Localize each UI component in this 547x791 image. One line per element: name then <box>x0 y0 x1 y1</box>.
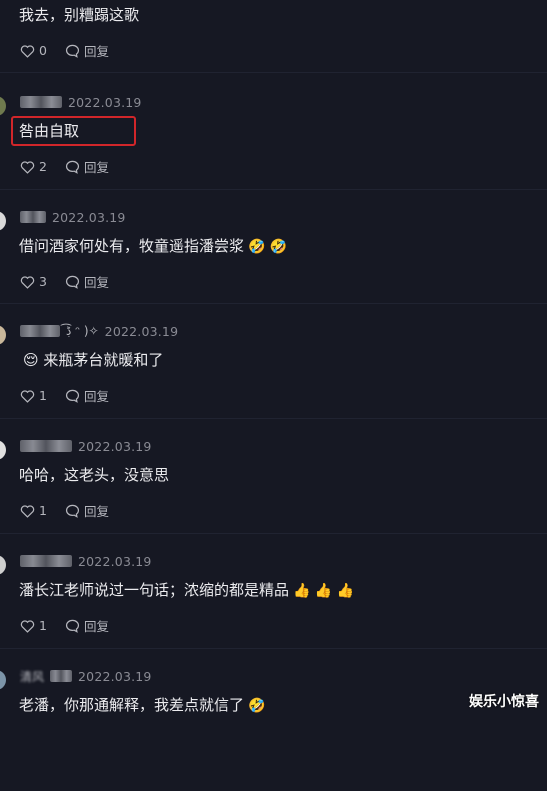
like-button[interactable]: 1 <box>20 388 47 403</box>
like-button[interactable]: 1 <box>20 618 47 633</box>
comment-item: 2022.03.19 潘长江老师说过一句话；浓缩的都是精品 👍 👍 👍 1 回复 <box>0 533 547 676</box>
reply-button[interactable]: 回复 <box>65 272 109 291</box>
like-button[interactable]: 1 <box>20 503 47 518</box>
comment-text: 我去，别糟蹋这歌 <box>19 6 140 24</box>
comment-meta: 2022.03.19 <box>20 553 152 569</box>
comment-item: 清风 2022.03.19 老潘，你那通解释，我差点就信了 🤣 <box>0 648 547 791</box>
comment-bubble-icon <box>65 160 80 174</box>
username-blurred[interactable] <box>20 325 60 337</box>
reply-label: 回复 <box>83 504 109 519</box>
reply-label: 回复 <box>83 275 109 290</box>
heart-icon <box>20 275 35 289</box>
username-blurred[interactable] <box>20 555 72 567</box>
like-count: 1 <box>39 388 47 403</box>
comment-actions: 2 回复 <box>20 157 127 176</box>
username-suffix: ڋ͡ ᵔ )✧ <box>66 324 99 338</box>
divider <box>0 72 547 73</box>
laugh-emoji: 🤣 <box>248 698 266 714</box>
reply-button[interactable]: 回复 <box>65 501 109 520</box>
comment-date: 2022.03.19 <box>78 553 152 569</box>
reply-button[interactable]: 回复 <box>65 386 109 405</box>
comment-date: 2022.03.19 <box>68 94 142 110</box>
heart-icon <box>20 389 35 403</box>
comment-bubble-icon <box>65 504 80 518</box>
username-blurred[interactable] <box>20 211 46 223</box>
watermark: 娱乐小惊喜 <box>469 694 539 710</box>
reply-button[interactable]: 回复 <box>65 616 109 635</box>
like-button[interactable]: 0 <box>20 43 47 58</box>
comment-text: 😌 来瓶茅台就暖和了 <box>23 351 164 369</box>
reply-label: 回复 <box>83 44 109 59</box>
comment-date: 2022.03.19 <box>52 209 126 225</box>
comment-actions: 1 回复 <box>20 386 127 405</box>
like-count: 0 <box>39 43 47 58</box>
comment-meta: 2022.03.19 <box>20 438 152 454</box>
comment-text: 哈哈，这老头，没意思 <box>19 466 170 484</box>
reply-label: 回复 <box>83 160 109 175</box>
divider <box>0 648 547 649</box>
divider <box>0 533 547 534</box>
comment-bubble-icon <box>65 275 80 289</box>
reply-label: 回复 <box>83 619 109 634</box>
comment-meta: 清风 2022.03.19 <box>20 668 152 684</box>
like-count: 3 <box>39 274 47 289</box>
divider <box>0 418 547 419</box>
like-count: 2 <box>39 159 47 174</box>
like-count: 1 <box>39 503 47 518</box>
comment-date: 2022.03.19 <box>78 438 152 454</box>
reply-button[interactable]: 回复 <box>65 157 109 176</box>
comment-meta: 2022.03.19 <box>20 94 142 110</box>
thumbs-up-emoji: 👍 👍 👍 <box>293 583 355 599</box>
comment-text: 老潘，你那通解释，我差点就信了 🤣 <box>19 696 266 714</box>
comment-bubble-icon <box>65 389 80 403</box>
comment-date: 2022.03.19 <box>78 668 152 684</box>
comment-actions: 3 回复 <box>20 272 127 291</box>
username-blurred[interactable] <box>50 670 73 682</box>
laugh-emoji: 🤣 🤣 <box>248 239 288 255</box>
like-button[interactable]: 3 <box>20 274 47 289</box>
heart-icon <box>20 44 35 58</box>
like-count: 1 <box>39 618 47 633</box>
comment-item: 2022.03.19 咎由自取 2 回复 <box>0 72 547 217</box>
username-blurred[interactable] <box>20 96 62 108</box>
comment-item: 我去，别糟蹋这歌 0 回复 <box>0 0 547 107</box>
heart-icon <box>20 160 35 174</box>
divider <box>0 303 547 304</box>
username-label[interactable]: 清风 <box>20 668 44 685</box>
comment-bubble-icon <box>65 44 80 58</box>
comment-text: 咎由自取 <box>19 122 80 140</box>
comment-item: ڋ͡ ᵔ )✧ 2022.03.19 😌 来瓶茅台就暖和了 1 回复 <box>0 303 547 446</box>
comment-actions: 1 回复 <box>20 616 127 635</box>
comment-date: 2022.03.19 <box>104 323 179 339</box>
like-button[interactable]: 2 <box>20 159 47 174</box>
comment-meta: 2022.03.19 <box>20 209 126 225</box>
divider <box>0 189 547 190</box>
username-blurred[interactable] <box>20 440 72 452</box>
heart-icon <box>20 619 35 633</box>
comment-text: 潘长江老师说过一句话；浓缩的都是精品 👍 👍 👍 <box>19 581 355 599</box>
comment-bubble-icon <box>65 619 80 633</box>
comment-actions: 1 回复 <box>20 501 127 520</box>
reply-label: 回复 <box>83 389 109 404</box>
comment-item: 2022.03.19 借问酒家何处有，牧童遥指潘尝浆 🤣 🤣 3 回复 <box>0 189 547 332</box>
comment-actions: 0 回复 <box>20 41 127 60</box>
comment-meta: ڋ͡ ᵔ )✧ 2022.03.19 <box>20 323 178 339</box>
comment-item: 2022.03.19 哈哈，这老头，没意思 1 回复 <box>0 418 547 561</box>
comment-text: 借问酒家何处有，牧童遥指潘尝浆 🤣 🤣 <box>19 237 288 255</box>
reply-button[interactable]: 回复 <box>65 41 109 60</box>
heart-icon <box>20 504 35 518</box>
